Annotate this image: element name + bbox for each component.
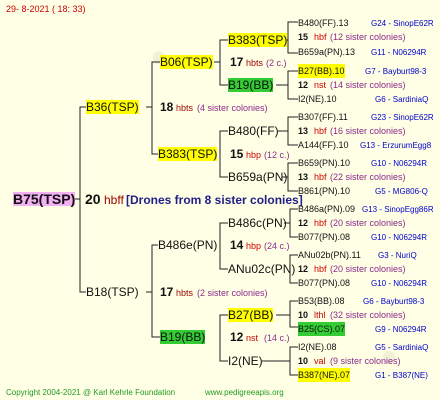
g4-queen[interactable]: B659a(PN).13 [298, 45, 355, 59]
g4-origin: G24 - SinopE62R [371, 19, 434, 28]
g3-queen[interactable]: I2(NE) [228, 354, 263, 368]
g4-queen[interactable]: B25(CS).07 [298, 322, 346, 336]
g4-origin: G13 - SinopEgg86R [362, 205, 434, 214]
g2-queen[interactable]: B486e(PN) [158, 238, 217, 252]
g4-queen[interactable]: B077(PN).08 [298, 276, 350, 290]
g4-count: 12 [298, 264, 309, 274]
g2-queen[interactable]: B06(TSP) [160, 55, 213, 69]
g2-note: (14 c.) [264, 333, 290, 343]
g4-count: 12 [298, 80, 309, 90]
g2-count: 17 [230, 55, 244, 69]
g4-unit: hbf [314, 126, 327, 136]
root-note: [Drones from 8 sister colonies] [126, 193, 303, 207]
site-link[interactable]: www.pedigreeapis.org [205, 386, 284, 400]
g3-queen[interactable]: B19(BB) [228, 78, 274, 92]
g4-unit: lthl [314, 310, 326, 320]
g4-unit: hbf [314, 218, 327, 228]
g4-count: 15 [298, 32, 309, 42]
g1-queen[interactable]: B36(TSP) [86, 100, 139, 114]
g4-note: (20 sister colonies) [330, 264, 406, 274]
g4-note: (12 sister colonies) [330, 32, 406, 42]
g2-queen[interactable]: B383(TSP) [158, 147, 218, 161]
g2-queen[interactable]: B19(BB) [160, 330, 206, 344]
g1-unit: hbts [176, 288, 194, 298]
g1-count: 18 [160, 100, 174, 114]
g4-count: 13 [298, 172, 309, 182]
g2-note: (12 c.) [264, 150, 290, 160]
g4-queen[interactable]: I2(NE).10 [298, 92, 337, 106]
g4-unit: val [314, 356, 326, 366]
g4-queen[interactable]: B480(FF).13 [298, 16, 349, 30]
g2-unit: hbp [246, 150, 262, 160]
g4-origin: G10 - N06294R [371, 233, 428, 242]
g4-count: 10 [298, 310, 309, 320]
g3-queen[interactable]: B480(FF) [228, 124, 279, 138]
g4-origin: G5 - MG806-Q [375, 187, 428, 196]
g4-queen[interactable]: B861(PN).10 [298, 184, 350, 198]
copyright-text: Copyright 2004-2021 @ Karl Kehrle Founda… [6, 388, 176, 397]
g2-note: (2 c.) [266, 58, 287, 68]
g4-queen[interactable]: B27(BB).10 [298, 64, 345, 78]
g4-origin: G6 - SardiniaQ [375, 95, 429, 104]
g4-queen[interactable]: B486a(PN).09 [298, 202, 355, 216]
g2-note: (24 c.) [264, 241, 290, 251]
g3-queen[interactable]: B486c(PN) [228, 216, 287, 230]
g4-note: (9 sister colonies) [330, 356, 401, 366]
g4-count: 13 [298, 126, 309, 136]
g4-note: (14 sister colonies) [330, 80, 406, 90]
g3-queen[interactable]: B383(TSP) [228, 33, 288, 47]
g4-origin: G13 - ErzurumEgg8 [360, 141, 432, 150]
g4-note: (16 sister colonies) [330, 126, 406, 136]
root-unit: hbff [104, 193, 124, 207]
g2-count: 15 [230, 147, 244, 161]
g4-origin: G11 - N06294R [371, 48, 427, 57]
g3-queen[interactable]: B27(BB) [228, 308, 274, 322]
g4-origin: G10 - N06294R [371, 159, 428, 168]
g4-origin: G1 - B387(NE) [375, 371, 428, 380]
root-count: 20 [85, 191, 101, 207]
g4-note: (20 sister colonies) [330, 218, 406, 228]
g4-queen[interactable]: A144(FF).10 [298, 138, 349, 152]
g4-origin: G6 - Bayburt98-3 [363, 297, 425, 306]
g4-queen[interactable]: ANu02b(PN).11 [298, 248, 361, 262]
g4-count: 10 [298, 356, 309, 366]
g4-queen[interactable]: B53(BB).08 [298, 294, 345, 308]
g4-origin: G23 - SinopE62R [371, 113, 434, 122]
g4-queen[interactable]: B387(NE).07 [298, 368, 351, 382]
g4-unit: hbf [314, 172, 327, 182]
g4-queen[interactable]: B077(PN).08 [298, 230, 350, 244]
g3-queen[interactable]: B659a(PN) [228, 170, 287, 184]
g4-origin: G7 - Bayburt98-3 [365, 67, 427, 76]
g4-origin: G9 - N06294R [375, 325, 427, 334]
report-date: 29- 8-2021 ( 18: 33) [6, 4, 86, 14]
g1-note: (2 sister colonies) [197, 288, 268, 298]
g1-queen[interactable]: B18(TSP) [86, 285, 139, 299]
g4-unit: hbf [314, 32, 327, 42]
g1-unit: hbts [176, 103, 194, 113]
g4-count: 12 [298, 218, 309, 228]
g4-unit: nst [314, 80, 327, 90]
g4-queen[interactable]: B307(FF).11 [298, 110, 348, 124]
g2-count: 12 [230, 330, 244, 344]
g2-unit: hbts [246, 58, 264, 68]
g2-unit: nst [246, 333, 259, 343]
root-queen[interactable]: B75(TSP) [13, 192, 76, 206]
g4-queen[interactable]: I2(NE).08 [298, 340, 337, 354]
g1-note: (4 sister colonies) [197, 103, 268, 113]
pedigree-chart: ● ● 29- 8-2021 [0, 0, 440, 400]
g4-unit: hbf [314, 264, 327, 274]
g4-note: (32 sister colonies) [330, 310, 406, 320]
g4-queen[interactable]: B659(PN).10 [298, 156, 350, 170]
g2-count: 14 [230, 238, 244, 252]
g2-unit: hbp [246, 241, 262, 251]
g3-queen[interactable]: ANu02c(PN) [228, 262, 295, 276]
g4-note: (22 sister colonies) [330, 172, 406, 182]
g4-origin: G3 - NuriQ [378, 251, 417, 260]
g4-origin: G5 - SardiniaQ [375, 343, 429, 352]
g1-count: 17 [160, 285, 174, 299]
g4-origin: G10 - N06294R [371, 279, 428, 288]
